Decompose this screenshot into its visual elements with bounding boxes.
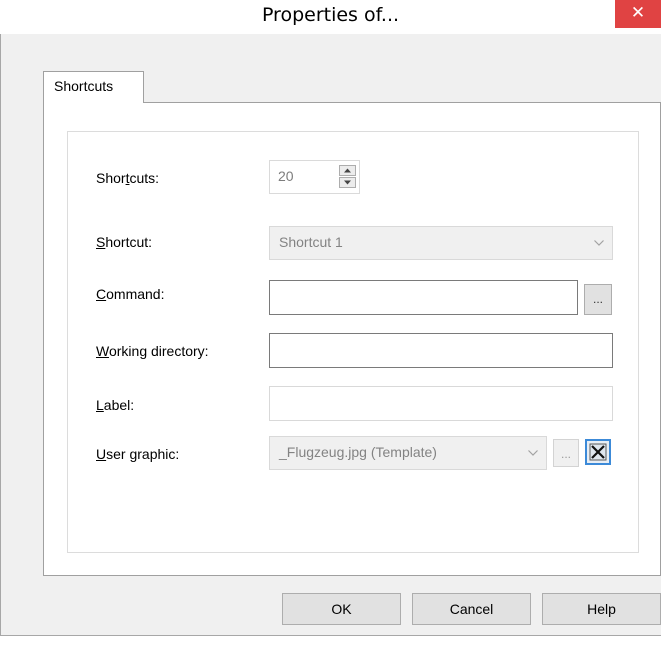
working-directory-label: Working directory: [96, 343, 209, 359]
command-input[interactable] [269, 280, 578, 315]
mnemonic: L [96, 397, 104, 413]
label-field-label: Label: [96, 397, 135, 413]
cancel-button[interactable]: Cancel [412, 593, 531, 625]
properties-dialog: Properties of... ✕ Shortcuts Shortcuts: … [0, 0, 661, 636]
window-border-left [0, 0, 1, 636]
cancel-button-label: Cancel [449, 601, 494, 617]
chevron-down-icon [592, 233, 606, 251]
title-bar[interactable]: Properties of... ✕ [0, 0, 661, 34]
tab-shortcuts[interactable]: Shortcuts [43, 71, 144, 103]
user-graphic-label: User graphic: [96, 446, 180, 462]
working-directory-input[interactable] [269, 333, 613, 368]
browse-dots: ... [592, 292, 603, 306]
command-browse-button[interactable]: ... [584, 284, 612, 315]
browse-dots: ... [560, 447, 571, 461]
shortcuts-count-stepper[interactable]: 20 [269, 160, 360, 194]
user-graphic-select[interactable]: _Flugzeug.jpg (Template) [269, 436, 547, 470]
clear-image-icon [589, 443, 607, 461]
shortcut-select[interactable]: Shortcut 1 [269, 226, 613, 260]
shortcuts-count-value[interactable]: 20 [278, 168, 294, 184]
dialog-title: Properties of... [261, 4, 400, 26]
user-graphic-select-value: _Flugzeug.jpg (Template) [279, 444, 437, 460]
spin-up-icon [344, 168, 351, 173]
ok-button-label: OK [331, 601, 352, 617]
spin-down-icon [344, 180, 351, 185]
user-graphic-browse-button[interactable]: ... [553, 439, 579, 467]
close-button[interactable]: ✕ [615, 0, 661, 28]
mnemonic: W [96, 343, 109, 359]
command-label: Command: [96, 286, 165, 302]
mnemonic: S [96, 234, 106, 250]
chevron-down-icon [526, 443, 540, 461]
close-icon: ✕ [630, 3, 646, 23]
spin-buttons [339, 165, 356, 189]
mnemonic: U [96, 446, 107, 462]
shortcut-label: Shortcut: [96, 234, 153, 250]
shortcuts-count-label: Shortcuts: [96, 170, 160, 186]
label-input[interactable] [269, 386, 613, 421]
ok-button[interactable]: OK [282, 593, 401, 625]
window-border-bottom [0, 635, 661, 636]
help-button-label: Help [587, 601, 616, 617]
mnemonic: C [96, 286, 107, 302]
help-button[interactable]: Help [542, 593, 661, 625]
shortcut-select-value: Shortcut 1 [279, 234, 343, 250]
spin-down-button[interactable] [339, 177, 356, 188]
clear-user-graphic-button[interactable] [585, 439, 611, 465]
spin-up-button[interactable] [339, 165, 356, 176]
tab-shortcuts-label: Shortcuts [54, 78, 114, 94]
